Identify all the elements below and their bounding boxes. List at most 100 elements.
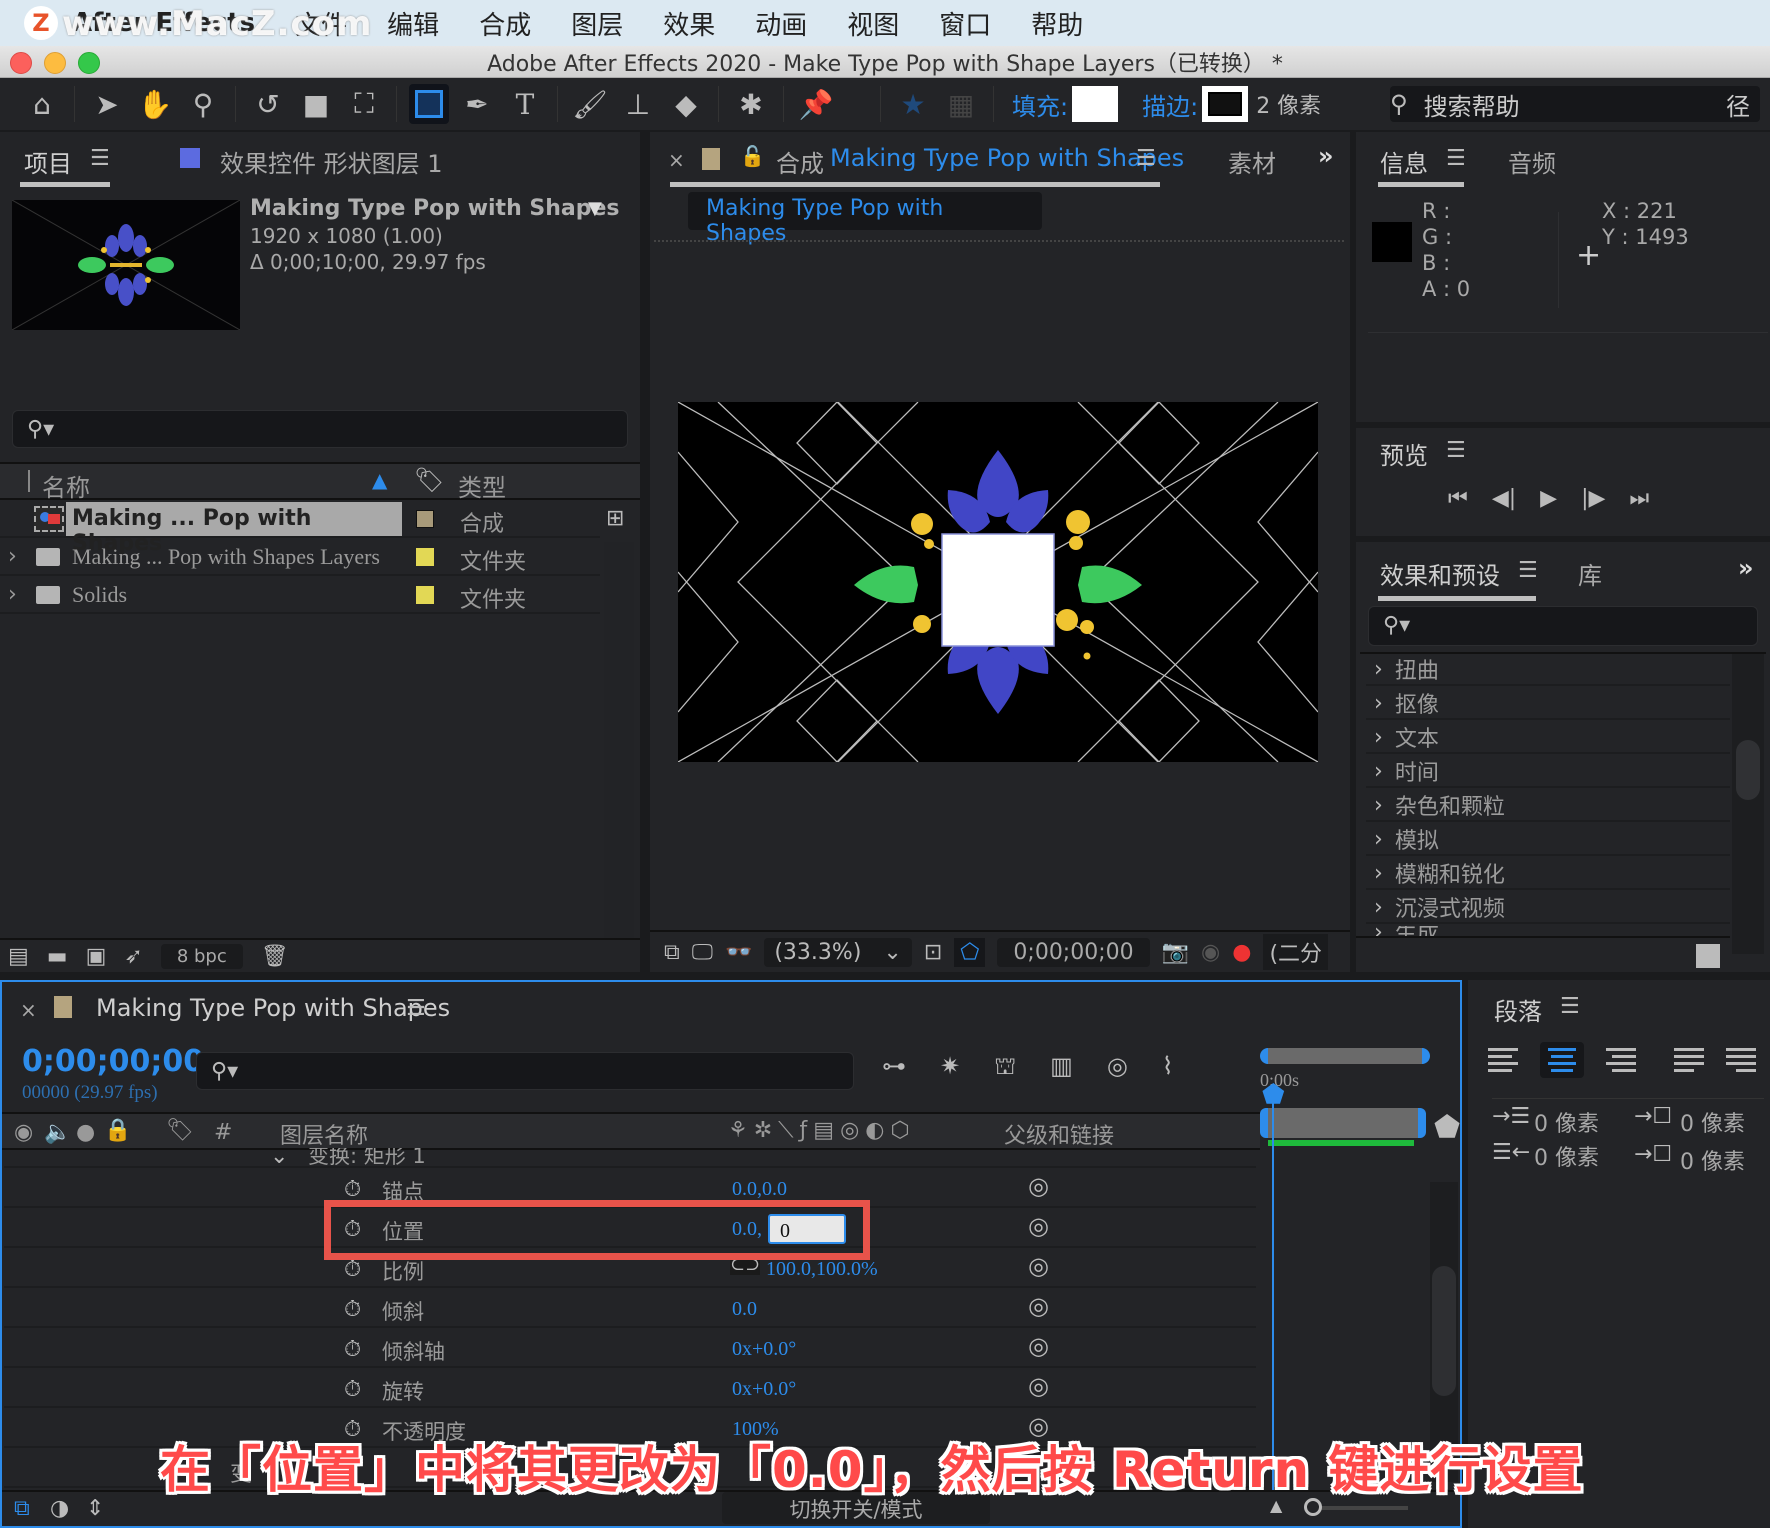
menu-effect[interactable]: 效果 [663, 5, 715, 42]
new-folder-icon[interactable]: ▬ [47, 944, 68, 969]
tab-composition[interactable]: Making Type Pop with Shapes [830, 144, 1184, 172]
tab-timeline-comp[interactable]: Making Type Pop with Shapes [96, 994, 450, 1022]
mask-visibility-icon[interactable]: ⬠ [954, 937, 986, 967]
property-row[interactable]: ⏱ 旋转 0x+0.0° ◎ [4, 1370, 1274, 1408]
shy-layers-icon[interactable]: ⛫ [994, 1052, 1016, 1083]
panel-menu-icon[interactable]: ☰ [1446, 438, 1466, 463]
frame-blending-icon[interactable]: ▥ [1050, 1052, 1073, 1083]
label-color-swatch[interactable] [416, 586, 434, 604]
comp-marker-icon[interactable]: ⬟ [1434, 1110, 1460, 1145]
trash-icon[interactable]: 🗑 [261, 944, 289, 969]
close-tab-icon[interactable]: × [668, 148, 685, 172]
label-tag-icon[interactable]: 🏷 [166, 1118, 194, 1143]
checker-icon[interactable]: ▦ [941, 84, 981, 124]
flowchart-icon[interactable]: ⊞ [606, 506, 624, 531]
property-value[interactable]: 100.0,100.0% [766, 1258, 878, 1281]
effect-category[interactable]: › 抠像 [1366, 688, 1730, 720]
tab-effects-presets[interactable]: 效果和预设 [1380, 556, 1500, 591]
audio-icon[interactable]: 🔈 [44, 1120, 71, 1145]
effect-category[interactable]: › 模拟 [1366, 824, 1730, 856]
tab-effect-controls[interactable]: 效果控件 形状图层 1 [220, 144, 443, 179]
next-frame-icon[interactable]: |▶ [1581, 486, 1605, 511]
pick-whip-icon[interactable]: ◎ [1028, 1292, 1049, 1321]
vr-goggles-icon[interactable]: 👓 [725, 940, 752, 965]
stopwatch-icon[interactable]: ⏱ [344, 1296, 361, 1322]
pick-whip-icon[interactable]: ◎ [1028, 1332, 1049, 1361]
region-of-interest-icon[interactable]: ⊡ [924, 940, 942, 965]
monitor-icon[interactable]: 🖵 [692, 940, 713, 965]
brush-icon[interactable]: 🖌 [570, 84, 610, 124]
pick-whip-icon[interactable]: ◎ [1028, 1172, 1049, 1201]
menu-composition[interactable]: 合成 [479, 5, 531, 42]
fill-swatch[interactable] [1072, 86, 1119, 122]
space-after-value[interactable]: 0 像素 [1680, 1144, 1745, 1176]
close-tab-icon[interactable]: × [20, 998, 37, 1022]
project-item[interactable]: › Solids 文件夹 [0, 578, 600, 614]
fill-label[interactable]: 填充: [1012, 87, 1068, 122]
stroke-label[interactable]: 描边: [1142, 87, 1198, 122]
minimize-window-button[interactable] [44, 52, 66, 74]
column-layer-name[interactable]: 图层名称 [280, 1118, 368, 1150]
new-composition-icon[interactable]: ▣ [86, 944, 107, 969]
star-icon[interactable]: ★ [893, 84, 933, 124]
project-item[interactable]: Making ... Pop with Shapes 合成 [0, 502, 600, 556]
effect-category[interactable]: › 杂色和颗粒 [1366, 790, 1730, 822]
stopwatch-icon[interactable]: ⏱ [344, 1336, 361, 1362]
tab-project[interactable]: 项目 [24, 144, 72, 179]
zoom-window-button[interactable] [78, 52, 100, 74]
panel-menu-icon[interactable]: ☰ [406, 996, 426, 1021]
collapse-chevron-icon[interactable]: ⌄ [270, 1148, 288, 1166]
home-icon[interactable]: ⌂ [22, 84, 62, 124]
menu-help[interactable]: 帮助 [1031, 5, 1083, 42]
last-frame-icon[interactable]: ⏭ [1629, 486, 1649, 511]
menu-window[interactable]: 窗口 [939, 5, 991, 42]
space-before-value[interactable]: 0 像素 [1680, 1106, 1745, 1138]
project-scrollbar[interactable] [604, 542, 634, 938]
timecode-display[interactable]: 0;00;00;00 [997, 937, 1150, 967]
tab-footage[interactable]: 素材 [1228, 144, 1276, 179]
project-item[interactable]: › Making ... Pop with Shapes Layers 文件夹 [0, 540, 600, 576]
solo-icon[interactable]: ● [76, 1120, 95, 1145]
column-type[interactable]: 类型 [458, 468, 506, 503]
selection-arrow-icon[interactable]: ➤ [87, 84, 127, 124]
panel-overflow-icon[interactable]: » [1738, 554, 1754, 582]
stroke-width[interactable]: 2 像素 [1256, 88, 1321, 120]
align-left-button[interactable] [1488, 1042, 1528, 1078]
tab-audio[interactable]: 音频 [1508, 144, 1556, 179]
justify-last-center-button[interactable] [1726, 1042, 1766, 1078]
stroke-swatch[interactable] [1202, 86, 1249, 122]
panel-menu-icon[interactable]: ☰ [1446, 146, 1466, 171]
pick-whip-icon[interactable]: ◎ [1028, 1252, 1049, 1281]
previous-frame-icon[interactable]: ◀| [1492, 486, 1516, 511]
align-center-button[interactable] [1540, 1042, 1584, 1078]
zoom-dropdown[interactable]: (33.3%) ⌄ [764, 937, 912, 967]
type-icon[interactable]: T [505, 84, 545, 124]
panel-overflow-icon[interactable]: » [1318, 142, 1334, 170]
tab-library[interactable]: 库 [1578, 556, 1602, 591]
graph-editor-icon[interactable]: ⌇ [1162, 1052, 1174, 1083]
pick-whip-icon[interactable]: ◎ [1028, 1372, 1049, 1401]
play-icon[interactable]: ▶ [1540, 486, 1557, 511]
comp-name[interactable]: Making Type Pop with Shapes [250, 196, 620, 221]
zoom-icon[interactable]: ⚲ [183, 84, 223, 124]
rectangle-icon[interactable] [409, 84, 449, 124]
first-frame-icon[interactable]: ⏮ [1448, 486, 1468, 511]
indent-left-value[interactable]: 0 像素 [1534, 1106, 1599, 1138]
comp-dropdown-icon[interactable]: ▼ [588, 198, 602, 219]
always-preview-icon[interactable]: ⧉ [664, 940, 680, 965]
property-value[interactable]: 0x+0.0° [732, 1378, 796, 1401]
time-navigator[interactable] [1260, 1048, 1430, 1064]
resolution-dropdown[interactable]: (二分 [1263, 934, 1329, 970]
in-out-toggle-icon[interactable]: ⇕ [86, 1496, 104, 1521]
stopwatch-icon[interactable]: ⏱ [344, 1176, 361, 1202]
layer-switches-toggle-icon[interactable]: ⧉ [14, 1496, 30, 1521]
property-value[interactable]: 0x+0.0° [732, 1338, 796, 1361]
column-parent[interactable]: 父级和链接 [1004, 1118, 1114, 1150]
sort-ascending-icon[interactable]: ▲ [372, 468, 387, 492]
effect-category[interactable]: › 模糊和锐化 [1366, 858, 1730, 890]
effect-category[interactable]: › 文本 [1366, 722, 1730, 754]
label-color-swatch[interactable] [416, 510, 434, 528]
puppet-pin-icon[interactable]: 📌 [796, 84, 836, 124]
video-eye-icon[interactable]: ◉ [14, 1120, 33, 1145]
lock-icon[interactable]: 🔓 [740, 144, 765, 168]
